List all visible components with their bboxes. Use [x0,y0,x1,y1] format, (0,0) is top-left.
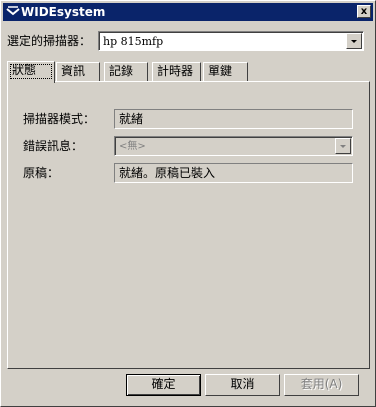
tab-log[interactable]: 記錄 [104,62,148,82]
error-message-select: <無> [114,136,353,156]
tab-log-label: 記錄 [109,64,134,78]
error-message-value: <無> [119,141,146,152]
tab-one-button[interactable]: 單鍵 [203,62,248,82]
focus-rect [10,64,52,79]
selected-scanner-label: 選定的掃描器： [7,34,92,48]
tab-one-button-label: 單鍵 [208,64,233,78]
scanner-app-icon [6,6,20,16]
cancel-button[interactable]: 取消 [205,374,280,396]
close-icon: x [360,6,368,17]
tab-status[interactable]: 狀態 [7,61,55,83]
tab-timer[interactable]: 計時器 [152,62,201,82]
status-panel: 掃描器模式： 就緒 錯誤訊息： <無> 原稿： 就緒。原稿已裝入 [7,81,370,369]
tab-info[interactable]: 資訊 [56,62,100,82]
ok-button[interactable]: 確定 [126,374,201,396]
window-title: WIDEsystem [21,5,106,19]
scanner-mode-label: 掃描器模式： [23,112,96,126]
tab-info-label: 資訊 [61,64,86,78]
tab-timer-label: 計時器 [157,64,194,78]
scanner-select-dropdown-button[interactable] [346,33,362,49]
chevron-down-icon [340,145,346,148]
apply-button[interactable]: 套用(A) [284,374,359,396]
chevron-down-icon [351,40,357,43]
error-message-dropdown-button [335,138,351,154]
original-value: 就緒。原稿已裝入 [119,166,216,180]
original-field: 就緒。原稿已裝入 [114,163,353,183]
title-bar[interactable]: WIDEsystem x [3,3,373,21]
original-label: 原稿： [23,166,60,180]
scanner-select[interactable]: hp 815mfp [98,31,364,51]
scanner-mode-value: 就緒 [119,112,144,126]
widesystem-dialog: WIDEsystem x 選定的掃描器： hp 815mfp 狀態 資訊 記錄 … [0,0,376,407]
close-button[interactable]: x [357,5,371,18]
scanner-mode-field: 就緒 [114,109,353,129]
scanner-select-value: hp 815mfp [103,35,164,48]
error-message-label: 錯誤訊息： [23,139,84,153]
